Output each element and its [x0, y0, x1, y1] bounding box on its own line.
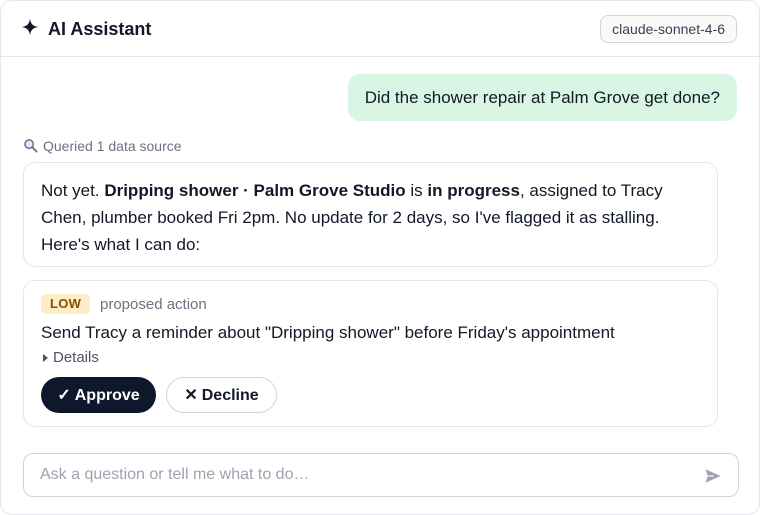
sparkle-icon	[21, 18, 39, 36]
header: AI Assistant claude-sonnet-4-6	[1, 1, 759, 57]
close-icon: ✕	[184, 387, 198, 404]
assistant-text: Not yet.	[41, 181, 105, 200]
decline-label: Decline	[201, 387, 259, 404]
user-message: Did the shower repair at Palm Grove get …	[347, 74, 737, 121]
proposed-action-card: LOW proposed action Send Tracy a reminde…	[23, 280, 718, 427]
task-status: in progress	[427, 181, 520, 200]
composer	[23, 453, 739, 497]
details-label: Details	[53, 349, 99, 366]
action-description: Send Tracy a reminder about "Dripping sh…	[41, 323, 615, 342]
queried-label: Queried 1 data source	[43, 138, 182, 154]
caret-right-icon	[43, 354, 48, 362]
assistant-window: AI Assistant claude-sonnet-4-6 Did the s…	[0, 0, 760, 515]
app-title: AI Assistant	[48, 19, 152, 39]
send-icon[interactable]	[704, 467, 722, 485]
task-name: Dripping shower · Palm Grove Studio	[104, 181, 406, 200]
magnifier-icon	[24, 139, 38, 153]
assistant-message: Not yet. Dripping shower · Palm Grove St…	[23, 162, 718, 267]
assistant-text: is	[405, 181, 428, 200]
proposed-action-label: proposed action	[100, 296, 207, 313]
decline-button[interactable]: ✕ Decline	[166, 377, 277, 413]
model-badge[interactable]: claude-sonnet-4-6	[600, 15, 737, 43]
risk-badge: LOW	[41, 294, 91, 314]
approve-button[interactable]: ✓ Approve	[41, 377, 156, 413]
check-icon: ✓	[57, 387, 71, 404]
message-input[interactable]	[40, 454, 680, 496]
approve-label: Approve	[74, 387, 140, 404]
